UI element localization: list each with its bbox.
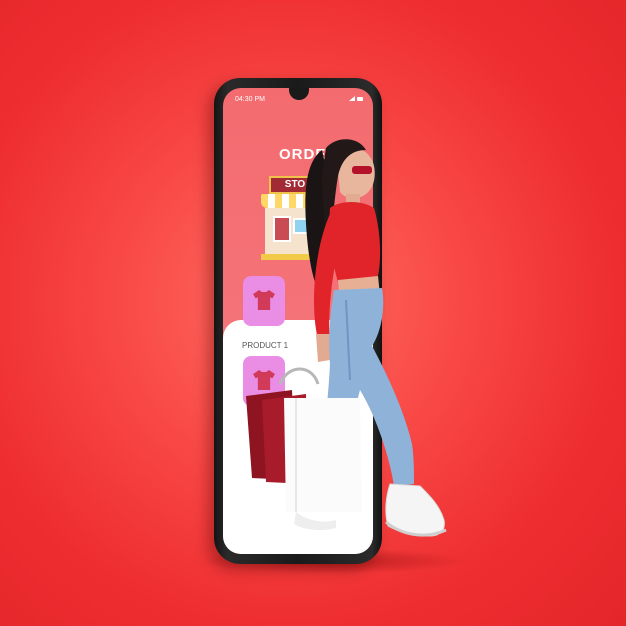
store-base [261,254,317,260]
product-tile-1[interactable] [243,276,285,326]
store-door [273,216,291,242]
status-time: 04:30 PM [235,96,265,103]
camera-notch [289,88,309,100]
store-sign: STO [269,176,321,194]
status-icons [349,96,363,101]
sneaker-sole [385,520,447,537]
store-awning [261,194,317,208]
battery-icon [357,97,363,101]
shirt-icon [253,290,275,310]
product-tile-2[interactable] [243,356,285,406]
smartphone: 04:30 PM ORDE STO PRODUCT 1 [214,78,382,564]
scene: 04:30 PM ORDE STO PRODUCT 1 [0,0,626,626]
signal-icon [349,96,355,101]
phone-screen: 04:30 PM ORDE STO PRODUCT 1 [223,88,373,554]
store-facade [265,208,313,254]
store-window [293,218,311,234]
app-title: ORDE [279,146,327,163]
store-icon: STO [261,170,323,266]
shirt-icon [253,370,275,390]
product-label: PRODUCT 1 [242,341,289,350]
sneaker-front [385,483,445,537]
product-panel [223,320,373,554]
